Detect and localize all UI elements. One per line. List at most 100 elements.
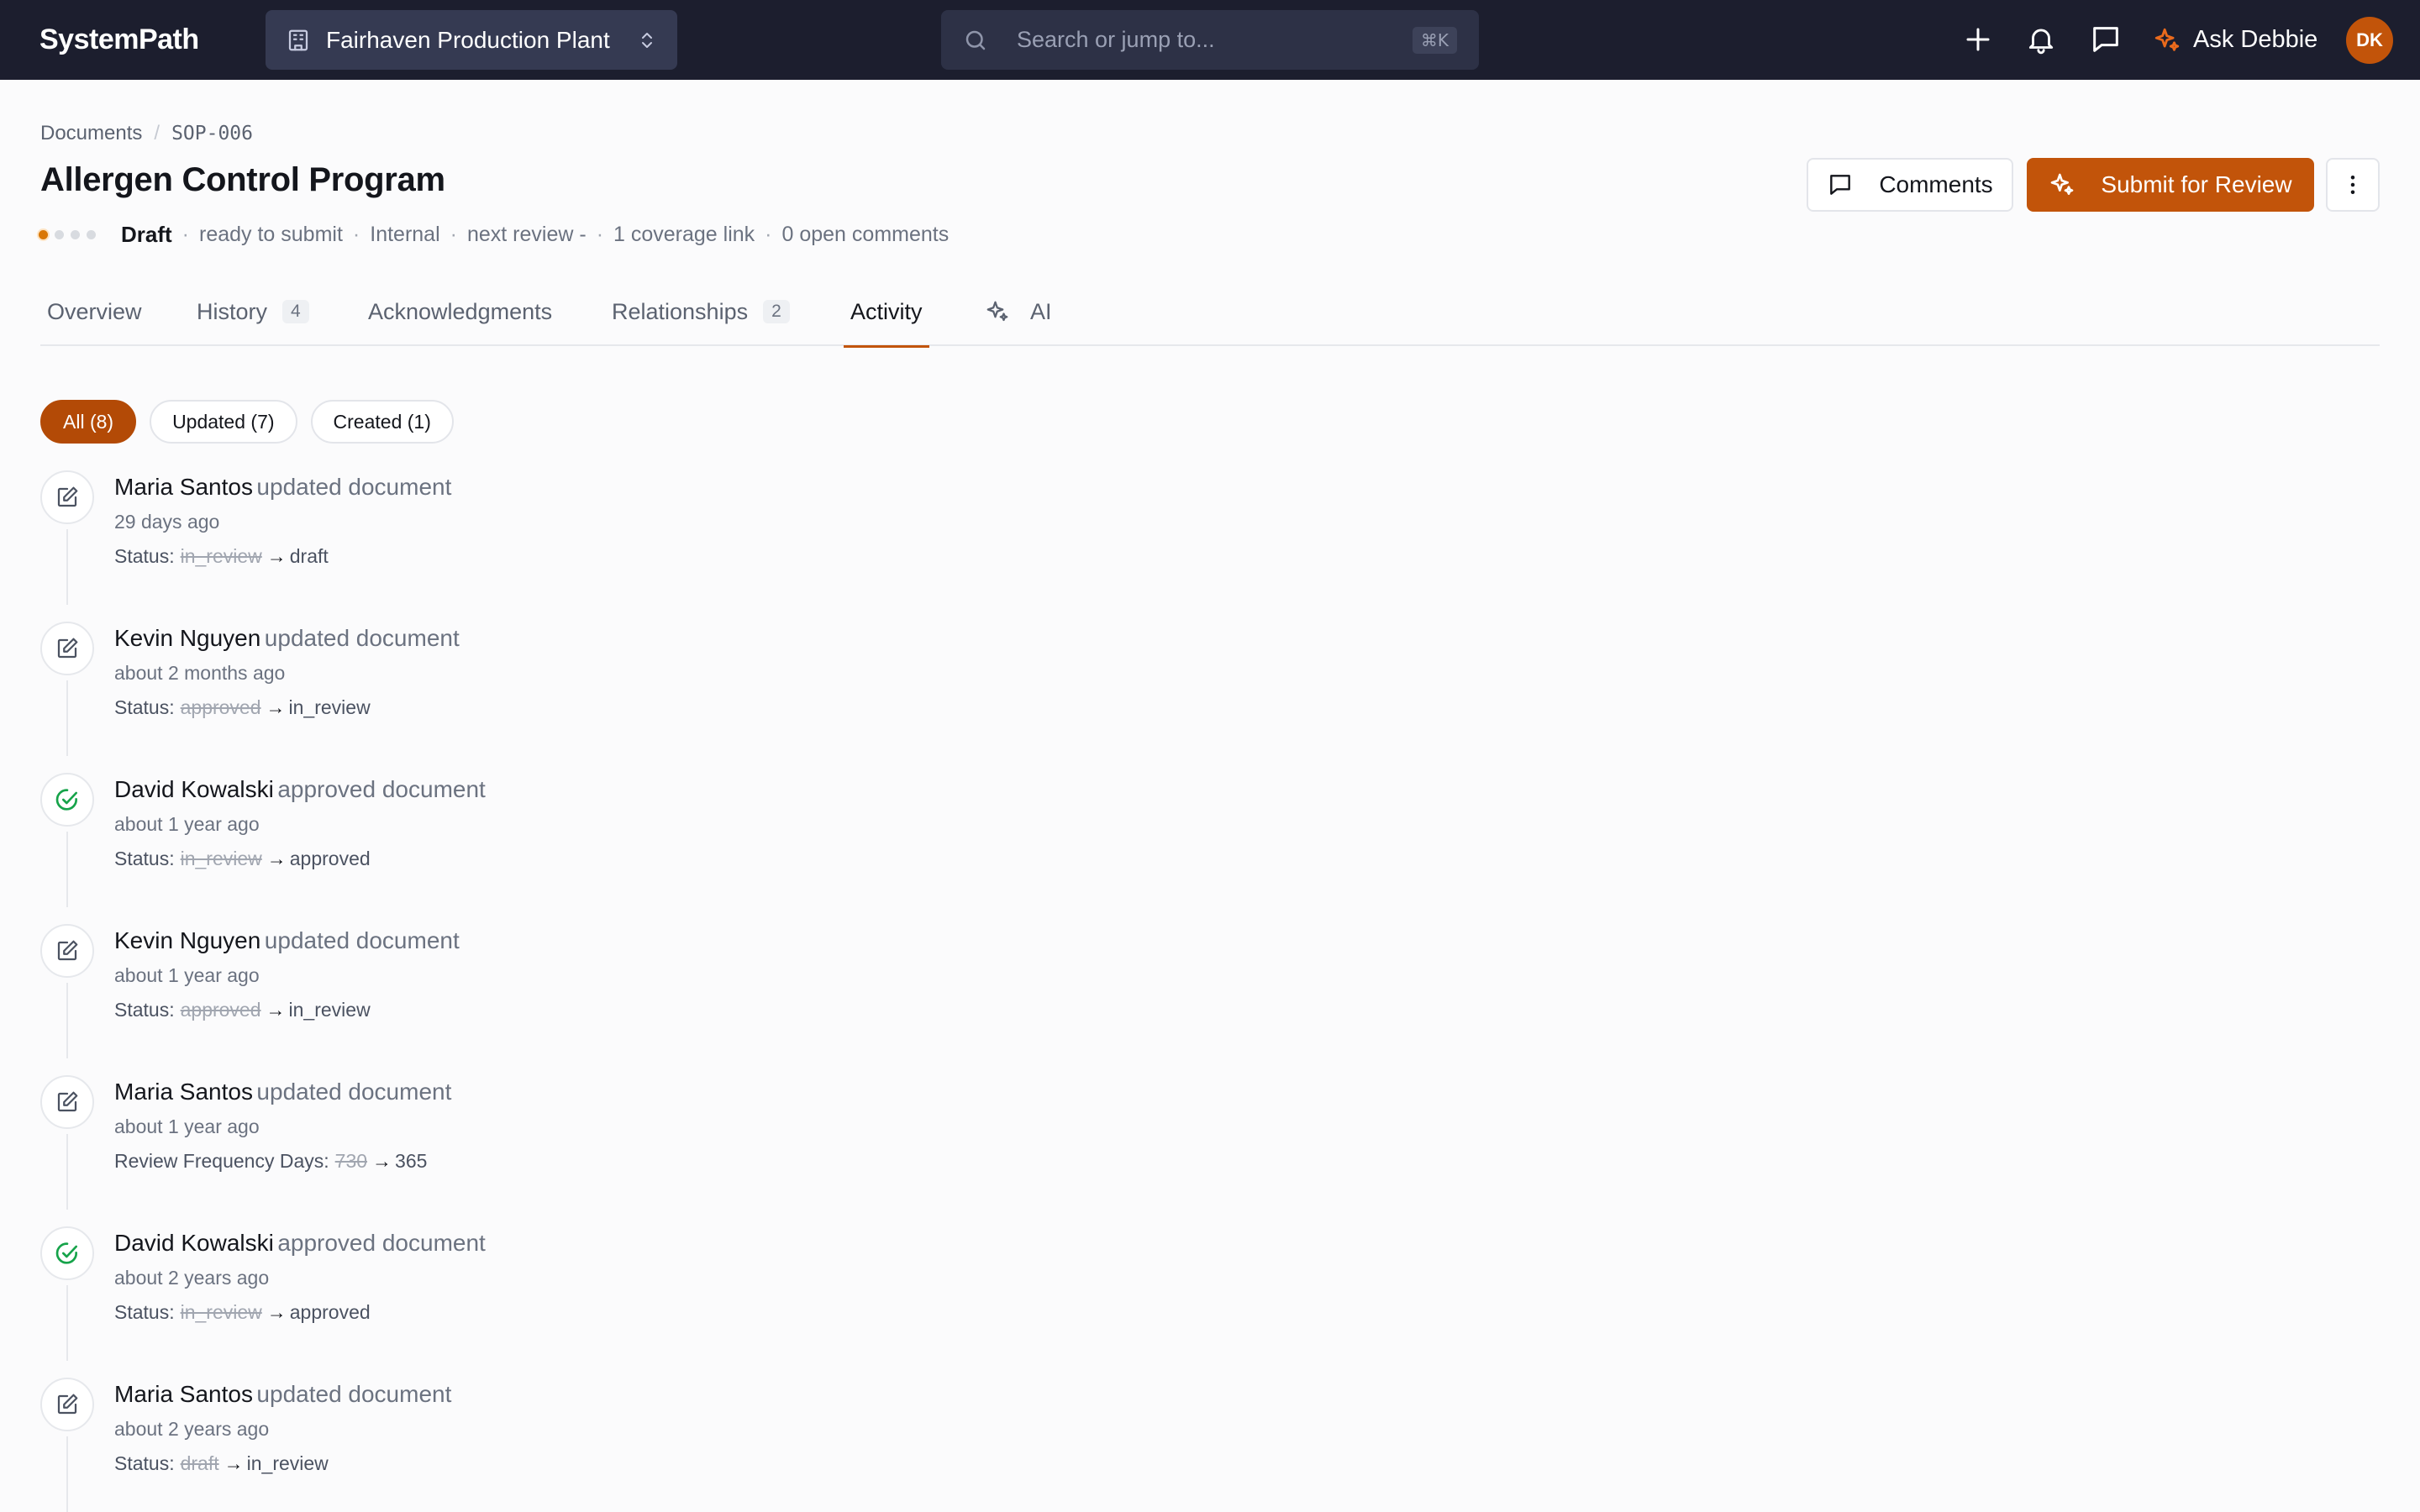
tab-history[interactable]: History 4: [190, 277, 316, 346]
change-old-value: in_review: [180, 1301, 262, 1323]
timeline-connector: [66, 680, 68, 756]
activity-user[interactable]: Maria Santos: [114, 474, 253, 500]
brand-logo[interactable]: SystemPath: [39, 0, 199, 80]
notifications-button[interactable]: [2023, 22, 2059, 57]
activity-time: about 2 years ago: [114, 1418, 270, 1440]
tab-label: Activity: [850, 298, 923, 324]
activity-action: updated document: [256, 1381, 452, 1407]
search-shortcut: ⌘K: [1412, 26, 1457, 54]
activity-user[interactable]: Maria Santos: [114, 1381, 253, 1407]
meta-visibility: Internal: [370, 223, 440, 246]
ask-debbie-button[interactable]: Ask Debbie: [2153, 0, 2317, 80]
breadcrumb-separator: /: [154, 122, 160, 144]
change-field: Status:: [114, 1452, 175, 1474]
messages-button[interactable]: [2088, 22, 2123, 57]
meta-next-review: next review -: [466, 223, 587, 246]
activity-action: approved document: [277, 1230, 486, 1256]
activity-item: Maria Santos updated document 29 days ag…: [40, 470, 1217, 622]
meta-open-comments[interactable]: 0 open comments: [782, 223, 950, 247]
status-badge: Draft: [121, 222, 172, 247]
activity-filters: All (8) Updated (7) Created (1): [40, 400, 467, 444]
submit-for-review-button[interactable]: Submit for Review: [2027, 158, 2314, 212]
timeline-connector: [66, 1436, 68, 1512]
tab-activity[interactable]: Activity: [844, 277, 929, 348]
submit-label: Submit for Review: [2101, 171, 2292, 197]
search-input[interactable]: Search or jump to... ⌘K: [941, 10, 1479, 70]
change-old-value: 730: [334, 1150, 368, 1172]
edit-icon: [57, 1091, 78, 1112]
activity-time: 29 days ago: [114, 511, 220, 533]
status-dot: [55, 230, 64, 239]
activity-item: Kevin Nguyen updated document about 2 mo…: [40, 622, 1217, 773]
activity-time: about 1 year ago: [114, 813, 260, 835]
activity-change: Status: in_review → draft: [114, 545, 451, 568]
edit-icon: [57, 486, 78, 507]
bell-icon: [2028, 29, 2054, 55]
activity-user[interactable]: David Kowalski: [114, 776, 274, 802]
filter-all[interactable]: All (8): [40, 400, 137, 444]
status-progress: [39, 230, 103, 239]
activity-change: Review Frequency Days: 730 → 365: [114, 1150, 451, 1173]
breadcrumb-documents[interactable]: Documents: [40, 122, 142, 145]
sparkles-icon: [986, 301, 1008, 322]
activity-item: David Kowalski approved document about 2…: [40, 1226, 1217, 1378]
change-new-value: approved: [289, 1301, 371, 1323]
timeline-connector: [66, 529, 68, 605]
timeline-connector: [66, 983, 68, 1058]
activity-time: about 1 year ago: [114, 964, 260, 986]
building-icon: [288, 29, 308, 50]
activity-change: Status: in_review → approved: [114, 1301, 486, 1324]
activity-user[interactable]: Maria Santos: [114, 1079, 253, 1105]
tab-acknowledgments[interactable]: Acknowledgments: [361, 277, 559, 346]
arrow-right-icon: →: [266, 1301, 287, 1323]
activity-feed: Maria Santos updated document 29 days ag…: [40, 470, 1217, 1512]
tab-overview[interactable]: Overview: [40, 277, 149, 346]
change-new-value: in_review: [246, 1452, 329, 1474]
change-field: Status:: [114, 696, 175, 718]
arrow-right-icon: →: [372, 1150, 392, 1172]
site-name: Fairhaven Production Plant: [326, 26, 610, 53]
tab-label: Relationships: [612, 298, 749, 324]
status-dot: [39, 230, 48, 239]
activity-action: updated document: [256, 1079, 452, 1105]
activity-icon-badge: [40, 1075, 94, 1129]
activity-action: updated document: [264, 625, 460, 651]
activity-user[interactable]: Kevin Nguyen: [114, 927, 260, 953]
check-circle-icon: [55, 789, 78, 811]
breadcrumb: Documents / SOP-006: [40, 122, 253, 145]
tab-label: AI: [1030, 298, 1052, 324]
sparkles-icon: [2051, 173, 2074, 195]
more-options-button[interactable]: [2326, 158, 2380, 212]
arrow-right-icon: →: [266, 545, 287, 567]
meta-coverage-link[interactable]: 1 coverage link: [613, 223, 755, 247]
activity-item: Maria Santos updated document about 1 ye…: [40, 1075, 1217, 1226]
change-field: Review Frequency Days:: [114, 1150, 329, 1172]
tab-relationships[interactable]: Relationships 2: [605, 277, 797, 346]
change-old-value: draft: [180, 1452, 219, 1474]
arrow-right-icon: →: [224, 1452, 244, 1474]
activity-change: Status: approved → in_review: [114, 696, 460, 719]
filter-created[interactable]: Created (1): [310, 400, 454, 444]
activity-user[interactable]: Kevin Nguyen: [114, 625, 260, 651]
arrow-right-icon: →: [266, 696, 286, 718]
check-circle-icon: [55, 1242, 78, 1264]
tab-ai[interactable]: AI: [978, 277, 1059, 346]
change-old-value: in_review: [180, 545, 262, 567]
change-old-value: approved: [180, 696, 261, 718]
activity-user[interactable]: David Kowalski: [114, 1230, 274, 1256]
activity-icon-badge: [40, 622, 94, 675]
edit-icon: [57, 1394, 78, 1415]
change-field: Status:: [114, 1301, 175, 1323]
filter-updated[interactable]: Updated (7): [150, 400, 297, 444]
site-switcher[interactable]: Fairhaven Production Plant: [266, 10, 677, 70]
message-square-icon: [2093, 27, 2118, 52]
top-bar: SystemPath Fairhaven Production Plant Se…: [0, 0, 2420, 80]
status-dot: [71, 230, 80, 239]
tab-count: 4: [282, 300, 309, 323]
add-button[interactable]: [1960, 22, 1996, 57]
meta-readiness: ready to submit: [199, 223, 343, 246]
user-avatar[interactable]: DK: [2346, 17, 2393, 64]
status-dot: [87, 230, 96, 239]
activity-action: updated document: [256, 474, 452, 500]
comments-button[interactable]: Comments: [1807, 158, 2013, 212]
